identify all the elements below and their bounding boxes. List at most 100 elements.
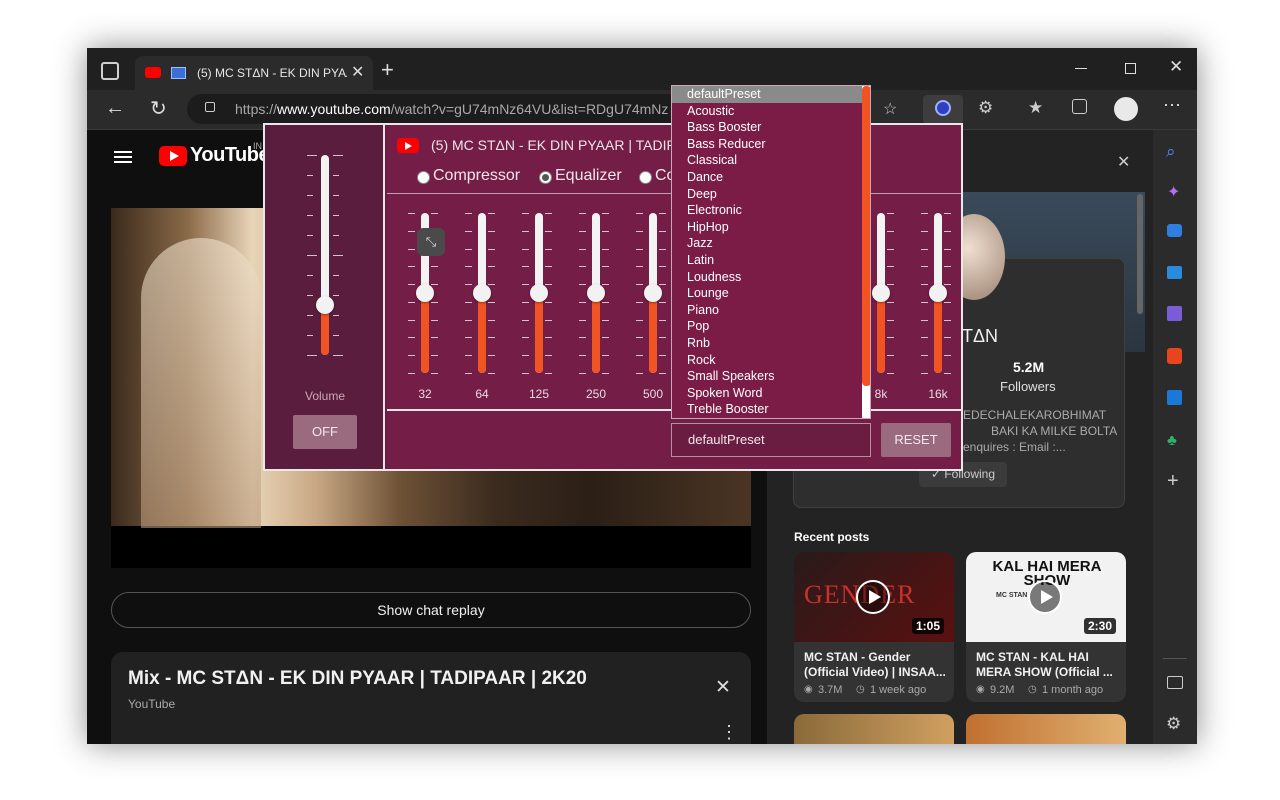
favorites-icon[interactable]: ★: [1028, 98, 1043, 118]
band-knob[interactable]: [929, 284, 947, 302]
search-icon[interactable]: ⌕: [1166, 142, 1176, 162]
reset-button[interactable]: RESET: [881, 423, 951, 457]
preset-option[interactable]: Electronic: [672, 202, 870, 219]
popout-icon[interactable]: ⤡: [417, 228, 445, 256]
preset-option[interactable]: Small Speakers: [672, 368, 870, 385]
band-tick: [887, 355, 894, 357]
tab-actions-icon[interactable]: [101, 62, 119, 80]
close-sidebar-icon[interactable]: ✕: [1117, 152, 1130, 172]
preset-option[interactable]: defaultPreset: [672, 86, 870, 103]
office-icon[interactable]: [1167, 348, 1182, 364]
preset-option[interactable]: HipHop: [672, 219, 870, 236]
band-knob[interactable]: [530, 284, 548, 302]
preset-scrollbar[interactable]: [862, 86, 870, 418]
preset-option[interactable]: Latin: [672, 252, 870, 269]
preset-option[interactable]: Acoustic: [672, 103, 870, 120]
refresh-icon[interactable]: ↻: [150, 96, 167, 121]
tab-close-icon[interactable]: ✕: [351, 62, 364, 82]
off-button[interactable]: OFF: [293, 415, 357, 449]
mix-title[interactable]: Mix - MC STΔN - EK DIN PYAAR | TADIPAAR …: [128, 668, 587, 690]
post-card-1[interactable]: GENDER 1:05 MC STAN - Gender (Official V…: [794, 552, 954, 702]
show-chat-replay-button[interactable]: Show chat replay: [111, 592, 751, 628]
new-tab-icon[interactable]: +: [381, 57, 394, 83]
extensions-icon[interactable]: ⚙: [978, 98, 993, 118]
band-knob[interactable]: [416, 284, 434, 302]
band-tick: [944, 319, 951, 321]
band-tick: [522, 319, 529, 321]
close-playlist-icon[interactable]: ✕: [715, 676, 731, 699]
preset-option[interactable]: Loudness: [672, 269, 870, 286]
band-tick: [522, 337, 529, 339]
preset-option[interactable]: Jazz: [672, 235, 870, 252]
preset-option[interactable]: Pop: [672, 318, 870, 335]
volume-tick: [307, 295, 313, 296]
volume-tick: [307, 255, 317, 256]
close-window-icon[interactable]: ✕: [1169, 57, 1183, 77]
settings-more-icon[interactable]: ⋯: [1163, 95, 1181, 116]
tab-youtube[interactable]: (5) MC STΔN - EK DIN PYAA ✕: [135, 56, 373, 90]
preset-option[interactable]: Deep: [672, 186, 870, 203]
volume-tick: [333, 355, 343, 356]
band-tick: [887, 266, 894, 268]
add-icon[interactable]: +: [1167, 470, 1179, 493]
outlook-icon[interactable]: [1167, 390, 1182, 405]
preset-option[interactable]: Piano: [672, 302, 870, 319]
preset-option[interactable]: Rnb: [672, 335, 870, 352]
preset-option[interactable]: Bass Booster: [672, 119, 870, 136]
band-knob[interactable]: [587, 284, 605, 302]
minimize-icon[interactable]: [1075, 68, 1087, 69]
band-tick: [636, 337, 643, 339]
band-tick: [944, 337, 951, 339]
mode-compressor[interactable]: Compressor: [417, 167, 520, 191]
back-icon[interactable]: ←: [105, 97, 125, 120]
profile-avatar[interactable]: [1114, 97, 1138, 121]
shopping-icon[interactable]: [1167, 224, 1182, 237]
band-tick: [579, 284, 586, 286]
maximize-icon[interactable]: [1125, 63, 1136, 74]
split-screen-icon[interactable]: [1167, 676, 1183, 689]
band-tick: [602, 284, 609, 286]
preset-option[interactable]: Treble Booster: [672, 401, 870, 418]
more-options-icon[interactable]: ⋮: [720, 722, 738, 743]
mode-equalizer[interactable]: Equalizer: [539, 167, 622, 191]
post-card-4[interactable]: [966, 714, 1126, 744]
band-tick: [488, 213, 495, 214]
play-triangle-icon: [1041, 590, 1053, 604]
tools-icon[interactable]: [1167, 266, 1182, 279]
volume-tick: [307, 275, 313, 276]
post-title-1: MC STAN - Gender (Official Video) | INSA…: [804, 650, 946, 679]
band-tick: [488, 248, 495, 250]
games-icon[interactable]: [1167, 306, 1182, 321]
preset-option[interactable]: Lounge: [672, 285, 870, 302]
collections-icon[interactable]: [1072, 99, 1087, 114]
favorite-add-icon[interactable]: ☆: [883, 99, 897, 119]
sidebar-scrollbar[interactable]: [1137, 194, 1143, 314]
post-card-2[interactable]: KAL HAI MERA SHOW MC STAN 2:30 MC STAN -…: [966, 552, 1126, 702]
band-tick: [636, 301, 643, 303]
band-tick: [408, 337, 415, 339]
preset-option[interactable]: Dance: [672, 169, 870, 186]
post-card-3[interactable]: [794, 714, 954, 744]
preset-option[interactable]: Classical: [672, 152, 870, 169]
tree-icon[interactable]: ♣: [1167, 432, 1177, 449]
settings-icon[interactable]: ⚙: [1166, 714, 1181, 734]
band-tick: [579, 355, 586, 357]
band-tick: [602, 248, 609, 250]
band-tick: [488, 301, 495, 303]
preset-select[interactable]: defaultPreset: [671, 423, 871, 457]
band-tick: [522, 248, 529, 250]
band-tick: [921, 319, 928, 321]
preset-scrollbar-thumb[interactable]: [862, 86, 870, 386]
preset-option[interactable]: Spoken Word: [672, 385, 870, 402]
volume-tick: [333, 195, 339, 196]
band-knob[interactable]: [473, 284, 491, 302]
volume-tick: [333, 335, 339, 336]
copilot-icon[interactable]: ✦: [1167, 182, 1180, 202]
band-knob[interactable]: [872, 284, 890, 302]
mode-third[interactable]: Co: [639, 167, 675, 191]
preset-option[interactable]: Bass Reducer: [672, 136, 870, 153]
band-knob[interactable]: [644, 284, 662, 302]
band-tick: [488, 230, 495, 232]
volume-knob[interactable]: [316, 296, 334, 314]
preset-option[interactable]: Rock: [672, 352, 870, 369]
